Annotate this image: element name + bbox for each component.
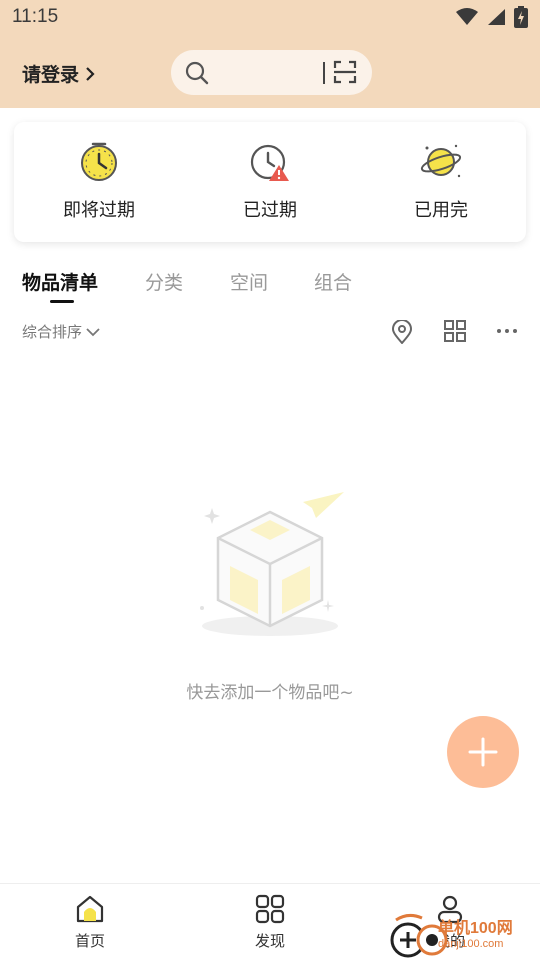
quick-item-label: 已过期 (243, 200, 297, 221)
empty-state-message: 快去添加一个物品吧~ (186, 683, 354, 703)
list-toolbar: 综合排序 (0, 316, 540, 348)
add-item-button[interactable] (447, 716, 519, 788)
status-time: 11:15 (12, 6, 59, 27)
active-tab-indicator (50, 300, 74, 303)
nav-label: 首页 (74, 932, 105, 950)
quick-item-expiring-soon[interactable]: 即将过期 (14, 122, 184, 242)
battery-icon (514, 6, 528, 28)
wifi-icon (456, 8, 478, 25)
nav-item-discover[interactable]: 发现 (220, 894, 320, 951)
sort-dropdown[interactable]: 综合排序 (22, 321, 100, 342)
sort-label: 综合排序 (22, 323, 83, 341)
chevron-down-icon (86, 327, 100, 336)
planet-icon (420, 144, 462, 178)
signal-icon (488, 9, 505, 25)
plus-icon (468, 737, 498, 767)
tab-space[interactable]: 空间 (230, 268, 268, 295)
login-label: 请登录 (22, 64, 80, 86)
search-icon[interactable] (185, 61, 209, 85)
quick-item-label: 即将过期 (63, 200, 135, 221)
clock-icon (81, 142, 117, 181)
quick-item-used-up[interactable]: 已用完 (356, 122, 526, 242)
watermark-text: 单机100网 (438, 920, 513, 937)
watermark-url: danji100.com (438, 938, 504, 950)
nav-label: 发现 (254, 932, 285, 950)
status-bar: 11:15 (0, 0, 540, 36)
location-icon[interactable] (391, 320, 413, 344)
tab-item-list[interactable]: 物品清单 (22, 268, 98, 295)
scan-icon[interactable] (333, 60, 357, 84)
status-shortcuts-card: 即将过期 已过期 已用完 (14, 122, 526, 242)
tab-combination[interactable]: 组合 (314, 268, 352, 295)
grid-view-icon[interactable] (444, 320, 466, 342)
quick-item-label: 已用完 (414, 200, 468, 221)
empty-box-illustration (200, 492, 344, 636)
search-divider (323, 62, 325, 84)
chevron-right-icon (86, 66, 95, 81)
site-watermark: 单机100网 danji100.com (388, 912, 540, 960)
grid-icon (255, 894, 285, 924)
home-icon (76, 895, 104, 923)
more-icon[interactable] (496, 328, 518, 334)
quick-item-expired[interactable]: 已过期 (185, 122, 355, 242)
app-header: 请登录 (0, 36, 540, 108)
clock-warning-icon (250, 144, 289, 181)
tab-category[interactable]: 分类 (145, 268, 183, 295)
search-bar[interactable] (171, 50, 372, 95)
login-link[interactable]: 请登录 (22, 60, 95, 87)
tab-bar: 物品清单 分类 空间 组合 (0, 262, 540, 306)
nav-item-home[interactable]: 首页 (40, 894, 140, 951)
status-icons (456, 6, 528, 28)
